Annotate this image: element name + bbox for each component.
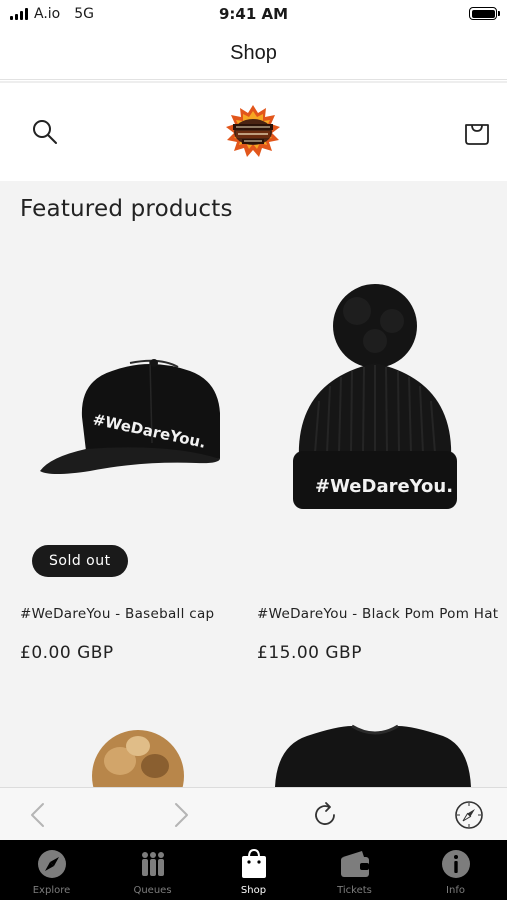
search-icon	[33, 120, 57, 144]
back-button[interactable]	[22, 799, 54, 831]
tab-bar: Explore Queues Shop Tickets Info	[0, 840, 507, 900]
product-card[interactable]	[20, 706, 257, 787]
tab-queues[interactable]: Queues	[102, 840, 203, 900]
people-icon	[142, 852, 164, 876]
logo-image	[226, 105, 280, 157]
compass-icon	[455, 801, 483, 829]
forward-icon	[175, 803, 188, 827]
tab-label: Explore	[32, 885, 71, 896]
product-name[interactable]: #WeDareYou - Black Pom Pom Hat	[257, 606, 498, 622]
tab-shop[interactable]: Shop	[203, 840, 304, 900]
product-image-cap[interactable]: #WeDareYou.	[20, 181, 257, 511]
wallet-icon	[341, 851, 369, 877]
status-time: 9:41 AM	[218, 5, 289, 23]
status-bar: A.io 5G 9:41 AM	[0, 0, 507, 28]
tab-label: Shop	[240, 885, 267, 896]
sold-out-badge: Sold out	[32, 545, 128, 577]
bag-icon	[242, 848, 266, 878]
tab-label: Info	[446, 885, 465, 896]
compass-icon	[38, 850, 66, 878]
product-price: £15.00 GBP	[257, 643, 362, 663]
tab-tickets[interactable]: Tickets	[304, 840, 405, 900]
page-title: Shop	[0, 28, 507, 80]
product-price: £0.00 GBP	[20, 643, 114, 663]
festival-logo[interactable]	[222, 103, 284, 161]
reload-icon	[315, 802, 335, 825]
tab-label: Queues	[133, 885, 172, 896]
tab-explore[interactable]: Explore	[1, 840, 102, 900]
shop-content: Featured products #WeDareYou. Sold out #…	[0, 181, 507, 787]
reload-button[interactable]	[309, 799, 341, 831]
product-card[interactable]	[257, 706, 494, 787]
product-name[interactable]: #WeDareYou - Baseball cap	[20, 606, 214, 622]
product-image-hat[interactable]: #WeDareYou.	[257, 181, 494, 511]
black-sweater-image	[275, 724, 471, 787]
tab-label: Tickets	[337, 885, 372, 896]
cart-button[interactable]	[462, 117, 492, 147]
svg-text:#WeDareYou.: #WeDareYou.	[315, 476, 453, 497]
pom-pom-hat-image: #WeDareYou.	[293, 284, 457, 509]
fur-pom-image	[92, 730, 184, 787]
battery-icon	[469, 7, 500, 20]
shop-header	[0, 81, 507, 181]
search-button[interactable]	[30, 117, 60, 147]
tab-info[interactable]: Info	[405, 840, 506, 900]
forward-button[interactable]	[165, 799, 197, 831]
compass-button[interactable]	[453, 799, 485, 831]
browser-toolbar	[0, 787, 507, 840]
bag-icon	[465, 124, 489, 145]
info-icon	[442, 850, 470, 878]
back-icon	[31, 803, 44, 827]
baseball-cap-image: #WeDareYou.	[40, 359, 220, 474]
